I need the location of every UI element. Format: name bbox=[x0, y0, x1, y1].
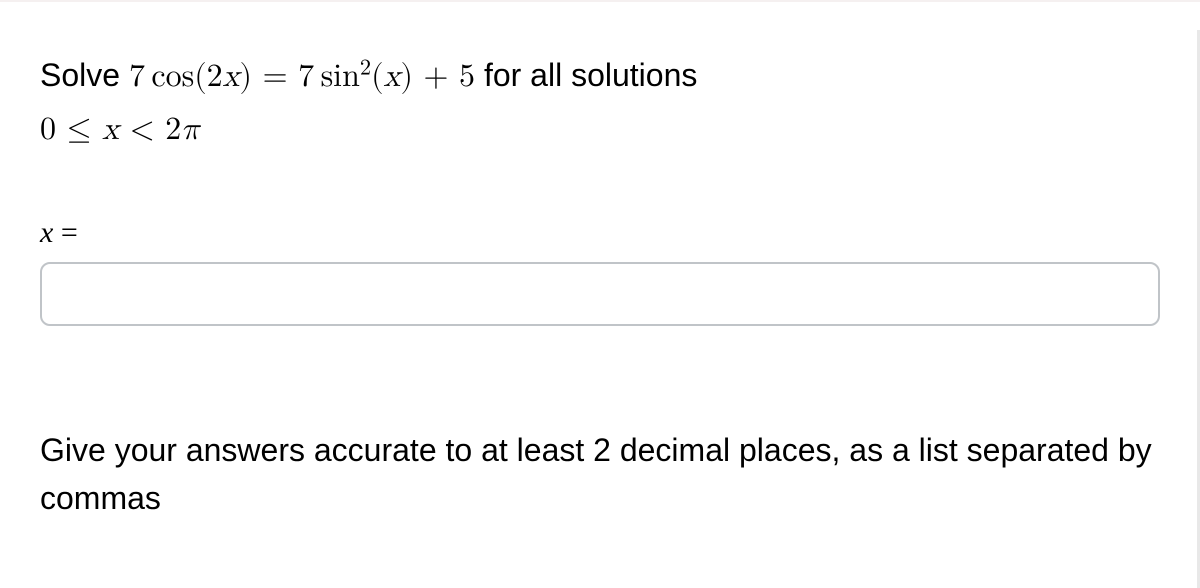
top-divider bbox=[0, 0, 1200, 2]
answer-row: x = bbox=[40, 216, 1160, 250]
for-all-label: for all solutions bbox=[475, 57, 697, 93]
problem-statement: Solve 7 cos(2x) = 7 sin2(x) + 5 for all … bbox=[40, 50, 1160, 156]
equation: 7 cos(2x) = 7 sin2(x) + 5 bbox=[129, 61, 475, 93]
answer-label: x = bbox=[40, 216, 78, 249]
answer-input[interactable] bbox=[40, 262, 1160, 326]
domain-range: 0 ≤ x < 2π bbox=[40, 114, 200, 146]
input-container bbox=[40, 262, 1160, 326]
solve-label: Solve bbox=[40, 57, 129, 93]
instructions: Give your answers accurate to at least 2… bbox=[40, 426, 1160, 522]
